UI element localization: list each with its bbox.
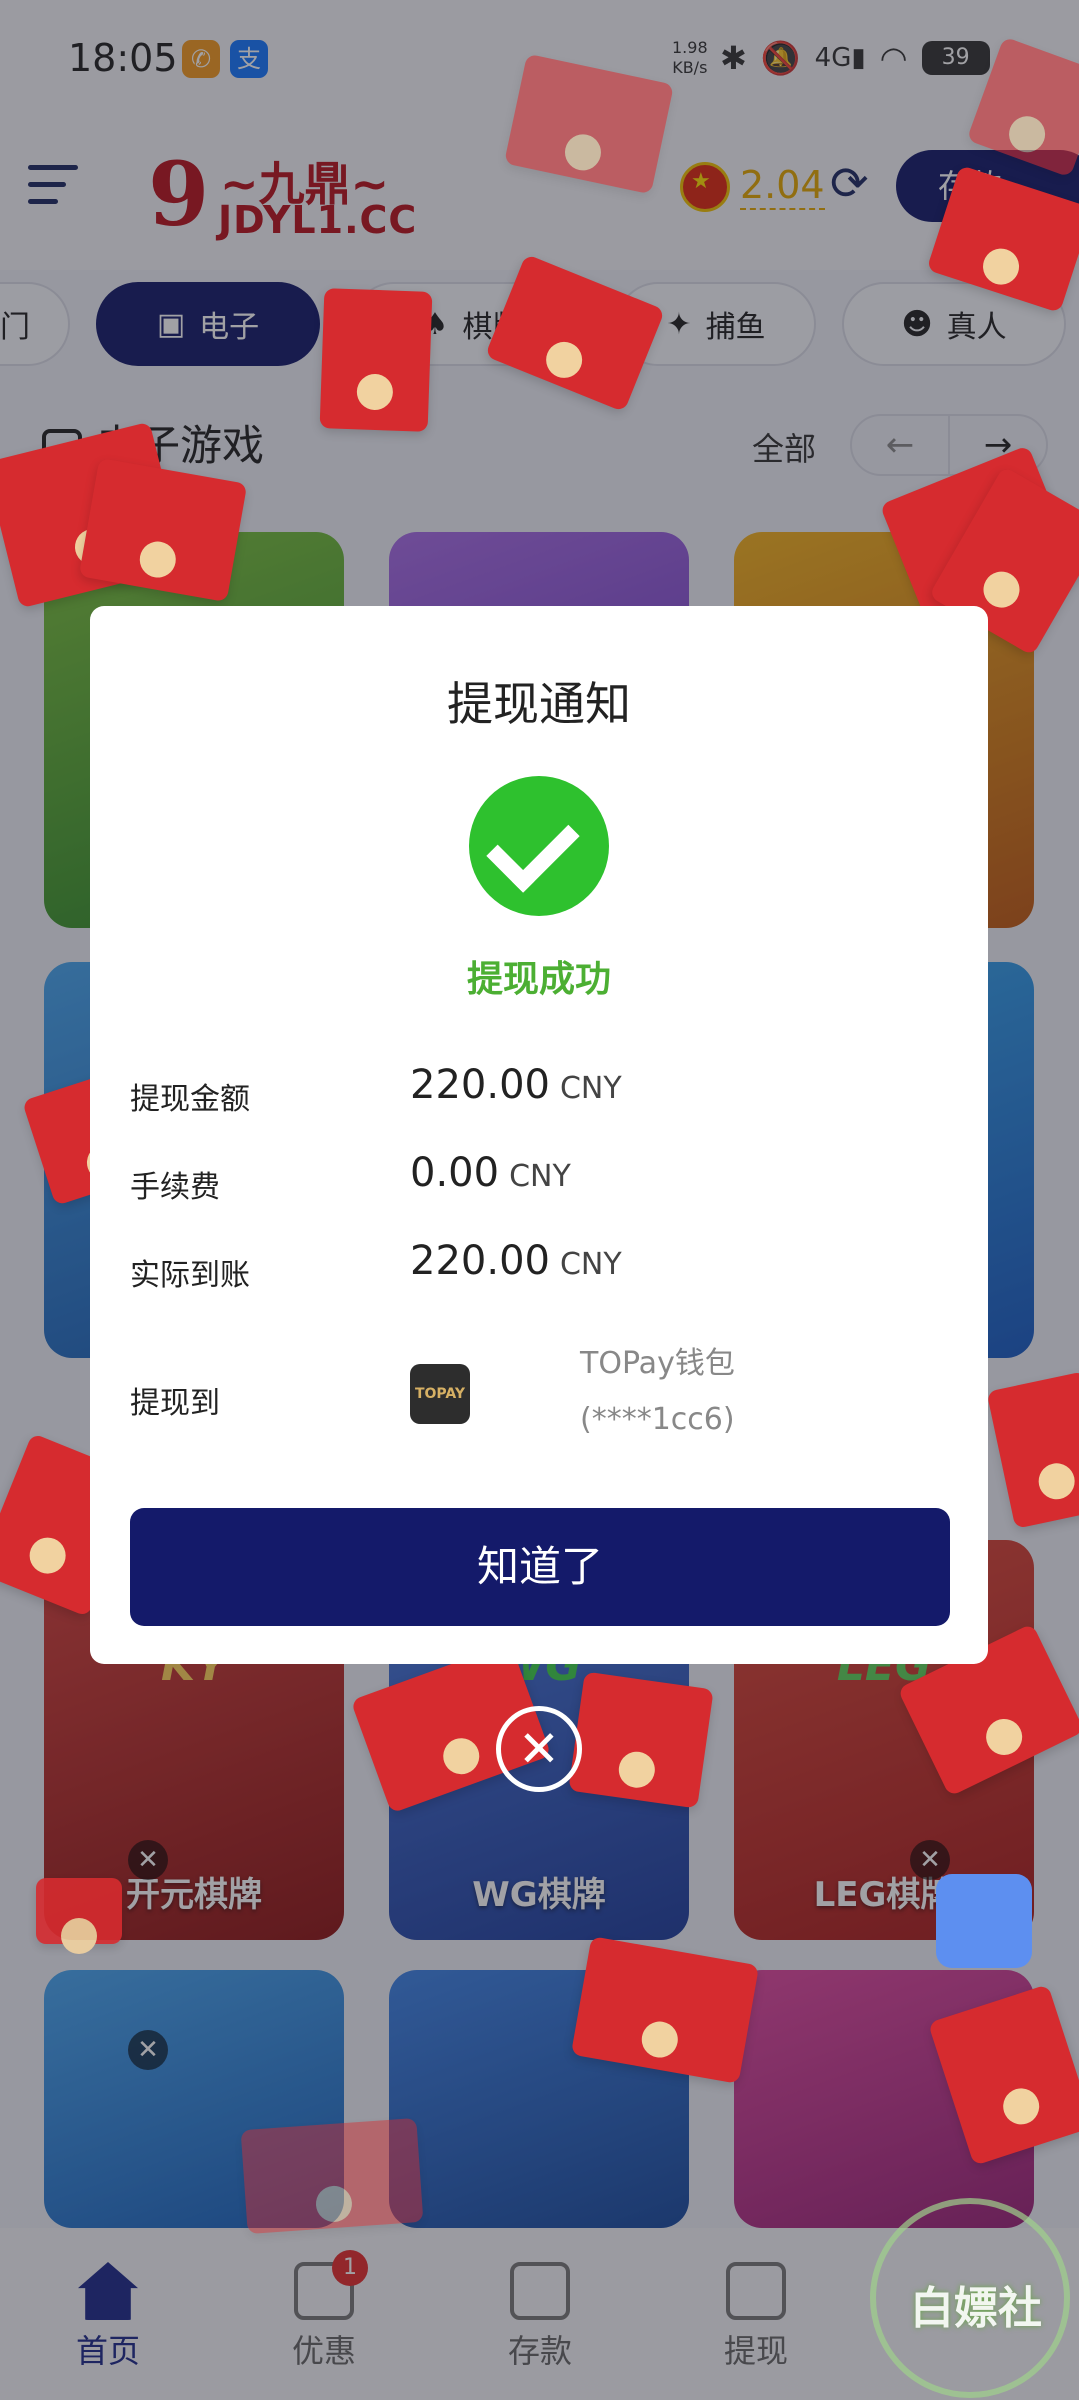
wallet-account: (****1cc6): [580, 1402, 735, 1437]
fee-row: 手续费 0.00 CNY: [130, 1150, 950, 1210]
withdrawal-notice-modal: 提现通知 提现成功 提现金额 220.00 CNY 手续费 0.00 CNY 实际到…: [90, 606, 988, 1664]
close-modal-icon[interactable]: ✕: [496, 1706, 582, 1792]
destination-row: 提现到 TOPAY TOPay钱包 (****1cc6): [130, 1336, 950, 1456]
red-envelope-icon: [568, 1671, 714, 1809]
red-envelope-icon: [78, 457, 248, 603]
wallet-name: TOPay钱包: [580, 1346, 735, 1381]
confirm-button[interactable]: 知道了: [130, 1508, 950, 1626]
modal-title: 提现通知: [447, 677, 631, 731]
row-label: 手续费: [130, 1170, 220, 1205]
calendar-checkin-icon[interactable]: [936, 1874, 1032, 1968]
red-envelope-icon: [319, 288, 433, 432]
checkmark-icon: [469, 776, 609, 916]
row-label: 提现到: [130, 1386, 220, 1421]
withdraw-amount-row: 提现金额 220.00 CNY: [130, 1062, 950, 1122]
row-label: 提现金额: [130, 1082, 250, 1117]
row-label: 实际到账: [130, 1258, 250, 1293]
red-envelope-icon: [240, 2117, 424, 2235]
row-value: 220.00 CNY: [410, 1238, 622, 1284]
topay-wallet-icon: TOPAY: [410, 1364, 470, 1424]
received-row: 实际到账 220.00 CNY: [130, 1238, 950, 1298]
row-value: 0.00 CNY: [410, 1150, 571, 1196]
row-value: 220.00 CNY: [410, 1062, 622, 1108]
red-envelope-gift-icon[interactable]: [36, 1878, 122, 1954]
watermark-logo: 白嫖社: [870, 2198, 1070, 2398]
status-text: 提现成功: [466, 959, 611, 1000]
